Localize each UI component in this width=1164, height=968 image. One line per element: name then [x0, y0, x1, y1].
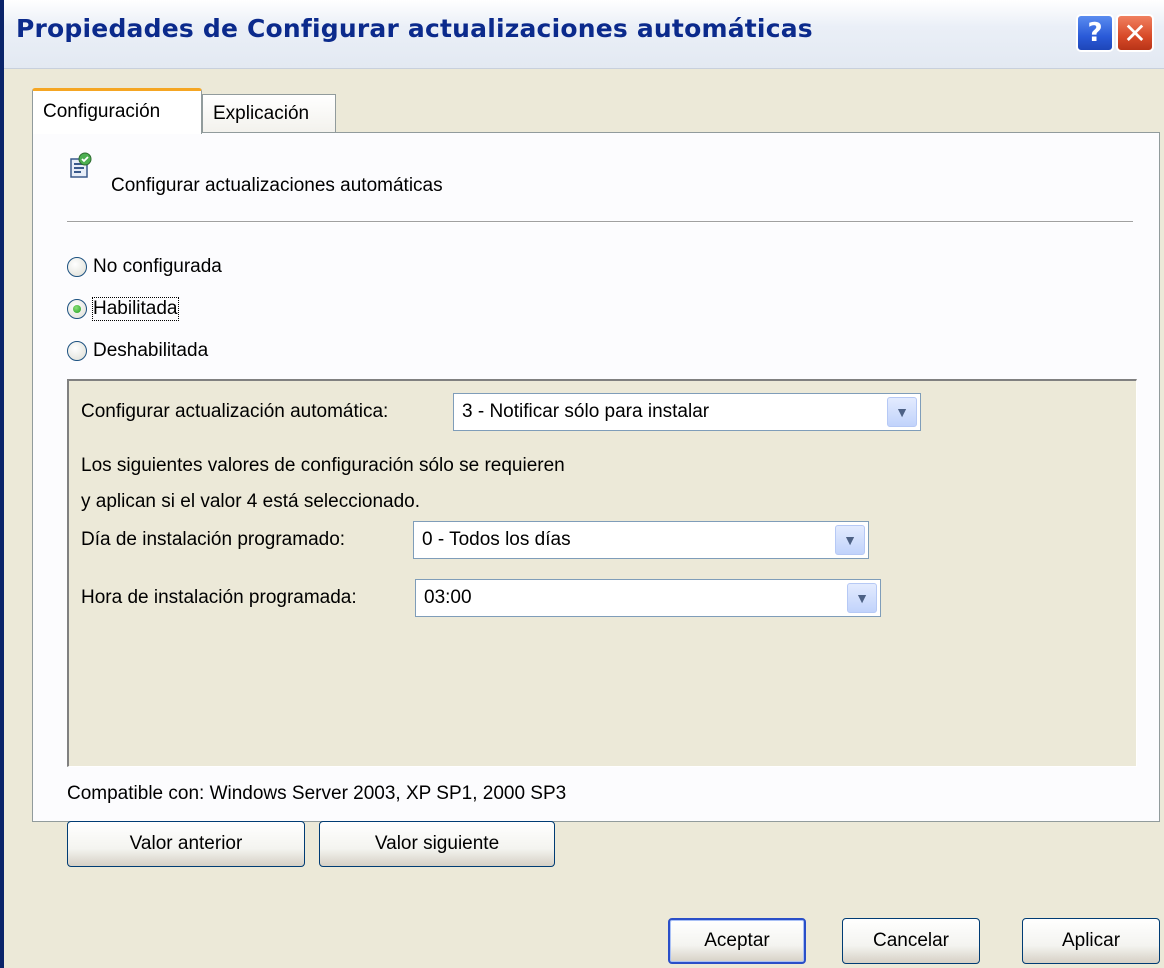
chevron-down-icon[interactable]: ▼ [887, 397, 917, 427]
policy-setting-icon [70, 152, 92, 178]
next-setting-button[interactable]: Valor siguiente [319, 821, 555, 867]
chevron-down-icon[interactable]: ▼ [847, 583, 877, 613]
properties-window: Propiedades de Configurar actualizacione… [0, 0, 1164, 968]
close-button[interactable]: ✕ [1116, 14, 1154, 52]
apply-button[interactable]: Aplicar [1022, 918, 1160, 964]
policy-title: Configurar actualizaciones automáticas [111, 175, 443, 196]
auto-update-label: Configurar actualización automática: [81, 401, 389, 422]
install-hour-label: Hora de instalación programada: [81, 587, 357, 608]
tab-configuracion[interactable]: Configuración [32, 88, 202, 134]
ok-button[interactable]: Aceptar [668, 918, 806, 964]
title-bar[interactable]: Propiedades de Configurar actualizacione… [4, 0, 1164, 69]
separator [67, 221, 1133, 223]
window-title: Propiedades de Configurar actualizacione… [16, 14, 813, 43]
install-day-select[interactable]: 0 - Todos los días ▼ [413, 521, 869, 559]
radio-label: Deshabilitada [93, 340, 209, 361]
install-day-value: 0 - Todos los días [422, 529, 571, 550]
cancel-button[interactable]: Cancelar [842, 918, 980, 964]
radio-no-configurada[interactable]: No configurada [67, 253, 222, 281]
options-group: Configurar actualización automática: 3 -… [67, 379, 1137, 767]
auto-update-value: 3 - Notificar sólo para instalar [462, 401, 710, 422]
radio-label: Habilitada [92, 297, 179, 321]
radio-button[interactable] [67, 257, 87, 277]
help-button[interactable]: ? [1076, 14, 1114, 52]
note-line-1: Los siguientes valores de configuración … [81, 455, 565, 476]
radio-label: No configurada [93, 256, 222, 277]
install-day-label: Día de instalación programado: [81, 529, 346, 550]
radio-button[interactable] [67, 341, 87, 361]
radio-habilitada[interactable]: Habilitada [67, 295, 179, 323]
chevron-down-icon[interactable]: ▼ [835, 525, 865, 555]
previous-setting-button[interactable]: Valor anterior [67, 821, 305, 867]
auto-update-select[interactable]: 3 - Notificar sólo para instalar ▼ [453, 393, 921, 431]
install-hour-select[interactable]: 03:00 ▼ [415, 579, 881, 617]
compatibility-text: Compatible con: Windows Server 2003, XP … [67, 783, 567, 804]
note-line-2: y aplican si el valor 4 está seleccionad… [81, 491, 421, 512]
install-hour-value: 03:00 [424, 587, 472, 608]
radio-deshabilitada[interactable]: Deshabilitada [67, 337, 208, 365]
tab-explicacion[interactable]: Explicación [202, 94, 336, 134]
settings-tab-panel: Configurar actualizaciones automáticas N… [32, 132, 1160, 867]
radio-button-checked[interactable] [67, 299, 87, 319]
